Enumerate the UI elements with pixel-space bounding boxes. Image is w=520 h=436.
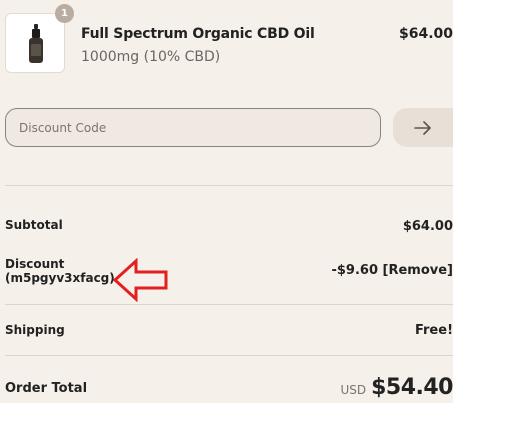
order-summary-panel: 1 Full Spectrum Organic CBD Oil 1000mg (… — [0, 0, 453, 403]
divider — [5, 185, 453, 186]
currency-code: USD — [340, 383, 367, 397]
order-total-label: Order Total — [5, 381, 88, 396]
cbd-bottle-icon — [29, 24, 43, 63]
product-price: $64.00 — [398, 26, 453, 42]
product-thumbnail — [5, 13, 65, 73]
remove-discount-link[interactable]: [Remove] — [383, 263, 453, 278]
discount-code: (m5pgyv3xfacg) — [5, 271, 115, 285]
divider — [5, 355, 453, 356]
shipping-label: Shipping — [5, 323, 65, 337]
subtotal-value: $64.00 — [402, 219, 453, 234]
subtotal-label: Subtotal — [5, 218, 63, 232]
apply-discount-button[interactable] — [393, 108, 453, 147]
discount-label: Discount — [5, 257, 65, 271]
discount-code-input[interactable] — [5, 108, 381, 147]
arrow-right-icon — [414, 120, 431, 135]
divider — [5, 304, 453, 305]
discount-amount: -$9.60 — [331, 263, 378, 278]
discount-label-block: Discount (m5pgyv3xfacg) — [5, 257, 115, 285]
product-variant: 1000mg (10% CBD) — [81, 49, 221, 65]
order-total-value: $54.40 — [371, 375, 453, 400]
order-total: USD $54.40 — [340, 375, 453, 400]
red-arrow-left-icon — [112, 258, 168, 302]
product-name: Full Spectrum Organic CBD Oil — [81, 26, 315, 42]
shipping-value: Free! — [414, 323, 453, 338]
quantity-badge: 1 — [55, 4, 74, 23]
discount-value-block: -$9.60 [Remove] — [331, 263, 453, 278]
